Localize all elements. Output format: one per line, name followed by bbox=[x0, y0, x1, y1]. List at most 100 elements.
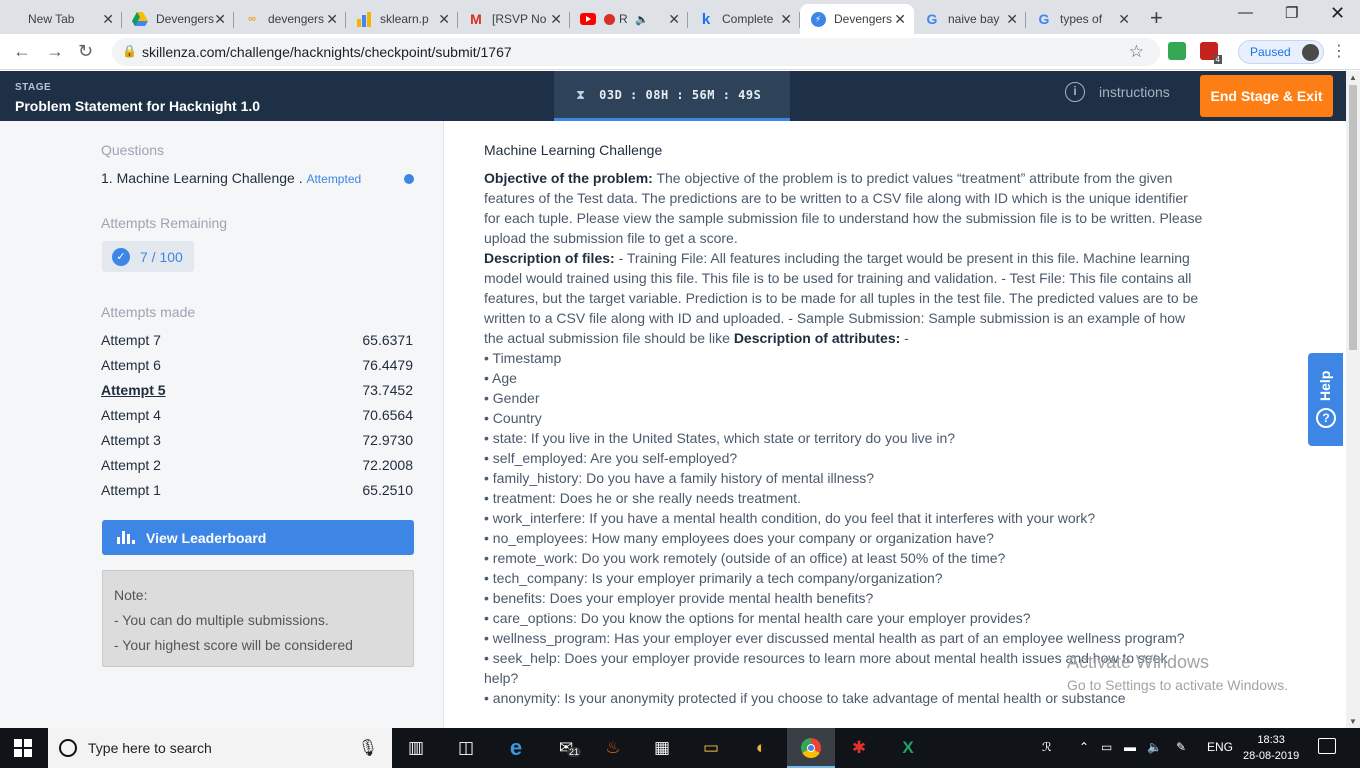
battery-icon[interactable]: ▬ bbox=[1124, 740, 1136, 754]
menu-icon[interactable]: ⋮ bbox=[1331, 41, 1347, 61]
task-view-icon[interactable]: ▥ bbox=[404, 737, 428, 759]
tab-gmail[interactable]: M [RSVP No ✕ bbox=[458, 4, 570, 34]
attribute-item: • no_employees: How many employees does … bbox=[484, 530, 994, 546]
activate-windows-subtitle: Go to Settings to activate Windows. bbox=[1067, 677, 1288, 693]
profile-status: Paused bbox=[1250, 45, 1291, 59]
forward-icon[interactable]: → bbox=[46, 41, 64, 62]
attribute-item: • Country bbox=[484, 410, 542, 426]
google-icon: G bbox=[926, 11, 938, 27]
star-icon[interactable]: ☆ bbox=[1129, 42, 1144, 62]
tab-naive-bayes[interactable]: G naive bay ✕ bbox=[914, 4, 1026, 34]
infinity-icon: ∞ bbox=[248, 13, 256, 25]
profile-button[interactable]: Paused bbox=[1238, 40, 1324, 64]
scroll-up-icon[interactable]: ▲ bbox=[1349, 73, 1357, 82]
store-icon[interactable]: ▦ bbox=[650, 737, 674, 759]
note-line: - Your highest score will be considered bbox=[114, 637, 353, 653]
attempt-row-selected[interactable]: Attempt 5 73.7452 bbox=[101, 382, 413, 398]
spider-icon[interactable]: ✱ bbox=[847, 737, 871, 759]
tab-new-tab[interactable]: New Tab ✕ bbox=[8, 4, 122, 34]
close-icon[interactable]: ✕ bbox=[550, 11, 562, 28]
scrollbar-thumb[interactable] bbox=[1349, 85, 1357, 350]
close-icon[interactable]: ✕ bbox=[326, 11, 338, 28]
close-icon[interactable]: ✕ bbox=[668, 11, 680, 28]
new-tab-button[interactable]: + bbox=[1150, 5, 1163, 31]
back-icon[interactable]: ← bbox=[13, 41, 31, 62]
help-label: Help bbox=[1317, 370, 1333, 401]
attempt-row[interactable]: Attempt 3 72.9730 bbox=[101, 432, 413, 448]
tab-devengers-drive[interactable]: Devengers ✕ bbox=[122, 4, 234, 34]
info-icon: i bbox=[1065, 82, 1085, 102]
taskbar-search[interactable]: Type here to search 🎙 bbox=[48, 728, 392, 768]
attempt-row[interactable]: Attempt 7 65.6371 bbox=[101, 332, 413, 348]
help-icon: ? bbox=[1316, 408, 1336, 428]
sidebar: Questions 1. Machine Learning Challenge … bbox=[0, 121, 444, 728]
photos-icon[interactable]: ◐ bbox=[749, 737, 773, 759]
mail-icon[interactable]: ✉ 21 bbox=[554, 737, 582, 759]
brave-icon[interactable]: ♨ bbox=[601, 737, 625, 759]
attempt-name: Attempt 3 bbox=[101, 432, 161, 448]
tab-title: sklearn.p bbox=[380, 12, 429, 26]
close-icon[interactable]: ✕ bbox=[1006, 11, 1018, 28]
attempt-row[interactable]: Attempt 6 76.4479 bbox=[101, 357, 413, 373]
tab-complete[interactable]: k Complete ✕ bbox=[688, 4, 800, 34]
question-item[interactable]: 1. Machine Learning Challenge . Attempte… bbox=[101, 170, 361, 186]
file-explorer-icon[interactable]: ▭ bbox=[699, 737, 723, 759]
clock[interactable]: 18:33 28-08-2019 bbox=[1243, 732, 1299, 764]
ublock-icon[interactable]: 4 bbox=[1200, 42, 1222, 64]
volume-icon[interactable]: 🔈 bbox=[1147, 740, 1162, 754]
reload-icon[interactable]: ↻ bbox=[78, 41, 93, 62]
objective-paragraph: Objective of the problem: The objective … bbox=[484, 168, 1204, 248]
help-tab[interactable]: Help ? bbox=[1308, 353, 1343, 446]
view-leaderboard-button[interactable]: View Leaderboard bbox=[102, 520, 414, 555]
questions-label: Questions bbox=[101, 142, 165, 158]
close-icon[interactable]: ✕ bbox=[438, 11, 450, 28]
notification-icon[interactable] bbox=[1318, 738, 1336, 754]
drive-icon bbox=[132, 11, 148, 27]
pen-icon[interactable]: ✎ bbox=[1176, 740, 1186, 754]
google-icon: G bbox=[1038, 11, 1050, 27]
scroll-down-icon[interactable]: ▼ bbox=[1349, 717, 1357, 726]
end-stage-button[interactable]: End Stage & Exit bbox=[1200, 75, 1333, 117]
windows-start-icon[interactable] bbox=[14, 739, 32, 757]
extension-icon[interactable] bbox=[1168, 42, 1186, 60]
film-icon[interactable]: ◫ bbox=[454, 737, 478, 759]
close-icon[interactable]: ✕ bbox=[780, 11, 792, 28]
address-bar[interactable]: 🔒 skillenza.com/challenge/hacknights/che… bbox=[112, 38, 1160, 66]
attribute-item: • tech_company: Is your employer primari… bbox=[484, 570, 943, 586]
tab-devengers[interactable]: ∞ devengers ✕ bbox=[234, 4, 346, 34]
speaker-icon[interactable]: 🔈 bbox=[635, 13, 649, 26]
edge-icon[interactable]: e bbox=[504, 735, 528, 760]
countdown-timer: ⧗ 03D : 08H : 56M : 49S bbox=[554, 71, 790, 121]
page-scrollbar[interactable]: ▲ ▼ bbox=[1346, 71, 1360, 728]
instructions-link[interactable]: i instructions bbox=[1065, 82, 1170, 102]
tab-sklearn[interactable]: sklearn.p ✕ bbox=[346, 4, 458, 34]
window-close-icon[interactable]: ✕ bbox=[1330, 3, 1345, 24]
display-icon[interactable]: ▭ bbox=[1101, 740, 1112, 754]
close-icon[interactable]: ✕ bbox=[1118, 11, 1130, 28]
tray-chevron-icon[interactable]: ⌃ bbox=[1079, 740, 1089, 754]
browser-toolbar: ← → ↻ 🔒 skillenza.com/challenge/hacknigh… bbox=[0, 34, 1360, 70]
attribute-item: • work_interfere: If you have a mental h… bbox=[484, 510, 1096, 526]
close-icon[interactable]: ✕ bbox=[214, 11, 226, 28]
language-indicator[interactable]: ENG bbox=[1207, 740, 1233, 754]
tab-devengers-active[interactable]: ⚡ Devengers ✕ bbox=[800, 4, 914, 34]
people-icon[interactable]: ℛ bbox=[1042, 740, 1052, 754]
restore-icon[interactable]: ❐ bbox=[1285, 4, 1298, 22]
tab-types-of[interactable]: G types of ✕ bbox=[1026, 4, 1138, 34]
url-text[interactable]: skillenza.com/challenge/hacknights/check… bbox=[142, 44, 512, 60]
close-icon[interactable]: ✕ bbox=[894, 11, 906, 28]
cortana-icon bbox=[59, 739, 77, 757]
attempt-score: 76.4479 bbox=[362, 357, 413, 373]
chrome-icon[interactable] bbox=[799, 737, 823, 759]
excel-icon[interactable]: X bbox=[896, 737, 920, 759]
attempt-row[interactable]: Attempt 4 70.6564 bbox=[101, 407, 413, 423]
question-title: 1. Machine Learning Challenge . bbox=[101, 170, 303, 186]
minimize-icon[interactable]: — bbox=[1238, 4, 1253, 21]
check-icon: ✓ bbox=[112, 247, 130, 266]
attempt-row[interactable]: Attempt 1 65.2510 bbox=[101, 482, 413, 498]
attribute-item: • state: If you live in the United State… bbox=[484, 430, 956, 446]
tab-youtube[interactable]: R 🔈 ✕ bbox=[570, 4, 688, 34]
microphone-icon[interactable]: 🎙 bbox=[358, 738, 378, 758]
attempt-row[interactable]: Attempt 2 72.2008 bbox=[101, 457, 413, 473]
close-icon[interactable]: ✕ bbox=[102, 11, 114, 28]
